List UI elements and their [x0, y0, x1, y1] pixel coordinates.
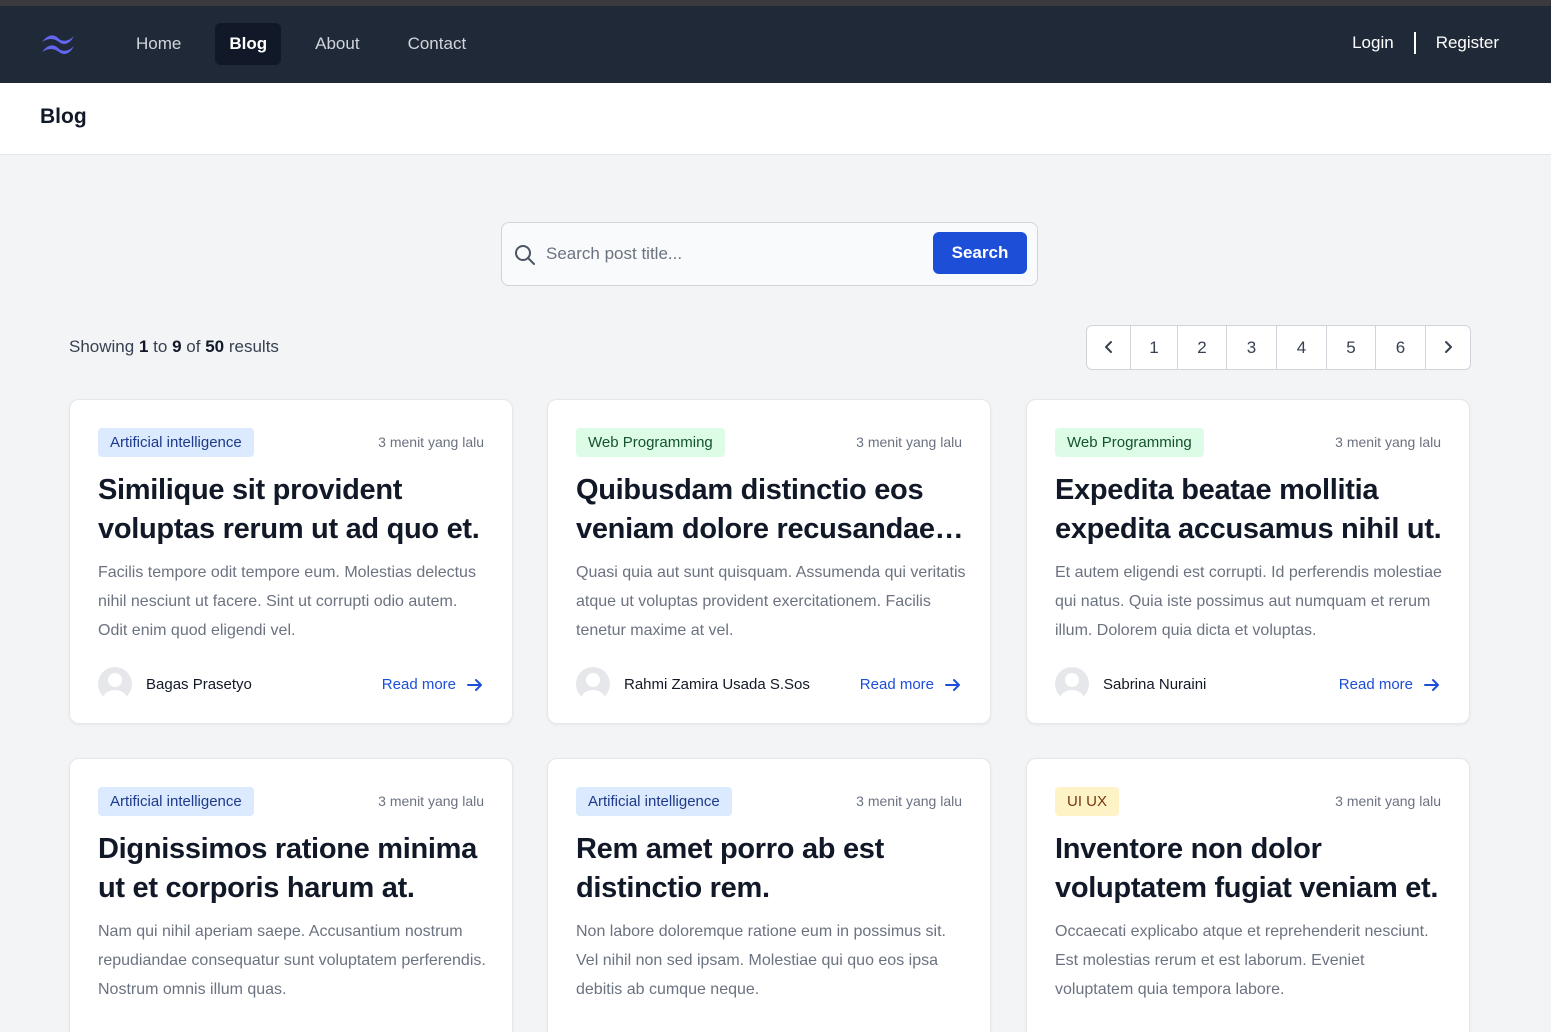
post-time: 3 menit yang lalu — [378, 434, 484, 450]
post-excerpt: Et autem eligendi est corrupti. Id perfe… — [1055, 564, 1442, 639]
post-author: Sabrina Nuraini — [1055, 667, 1206, 701]
post-time: 3 menit yang lalu — [378, 793, 484, 809]
top-navbar: Home Blog About Contact Login Register — [0, 6, 1551, 83]
results-from: 1 — [138, 337, 149, 356]
page-5-button[interactable]: 5 — [1327, 326, 1376, 369]
arrow-right-icon — [1424, 678, 1439, 691]
avatar — [98, 667, 132, 701]
category-badge[interactable]: Web Programming — [576, 428, 725, 457]
auth-divider — [1413, 32, 1416, 54]
read-more-link[interactable]: Read more — [382, 676, 484, 693]
main-nav: Home Blog About Contact — [122, 23, 500, 65]
post-title[interactable]: Inventore non dolor voluptatem fugiat ve… — [1055, 830, 1445, 908]
arrow-right-icon — [945, 678, 960, 691]
post-card: Web Programming 3 menit yang lalu Expedi… — [1026, 399, 1470, 724]
post-card: Artificial intelligence 3 menit yang lal… — [547, 758, 991, 1032]
author-name[interactable]: Rahmi Zamira Usada S.Sos — [624, 676, 810, 693]
read-more-label: Read more — [381, 676, 456, 693]
post-time: 3 menit yang lalu — [856, 434, 962, 450]
next-page-button[interactable] — [1426, 326, 1470, 369]
search-input[interactable] — [546, 235, 926, 273]
results-summary: Showing 1 to 9 of 50 results — [69, 337, 279, 357]
read-more-link[interactable]: Read more — [1339, 676, 1441, 693]
results-suffix: results — [228, 337, 279, 356]
post-author: Bagas Prasetyo — [98, 667, 252, 701]
chevron-left-icon — [1104, 341, 1112, 353]
user-avatar-icon — [103, 673, 127, 701]
search-bar: Search — [501, 222, 1038, 286]
author-name[interactable]: Bagas Prasetyo — [146, 676, 252, 693]
arrow-right-icon — [467, 678, 482, 691]
category-badge[interactable]: Artificial intelligence — [98, 428, 254, 457]
post-excerpt: Facilis tempore odit tempore eum. Molest… — [98, 564, 476, 639]
author-name[interactable]: Sabrina Nuraini — [1103, 676, 1206, 693]
post-excerpt: Non labore doloremque ratione eum in pos… — [576, 923, 946, 998]
category-badge[interactable]: Artificial intelligence — [98, 787, 254, 816]
page-6-button[interactable]: 6 — [1376, 326, 1426, 369]
page-4-button[interactable]: 4 — [1277, 326, 1327, 369]
post-author: Rahmi Zamira Usada S.Sos — [576, 667, 810, 701]
previous-page-button[interactable] — [1087, 326, 1131, 369]
post-excerpt: Quasi quia aut sunt quisquam. Assumenda … — [576, 564, 966, 639]
read-more-link[interactable]: Read more — [860, 676, 962, 693]
post-card: Web Programming 3 menit yang lalu Quibus… — [547, 399, 991, 724]
page-1-button[interactable]: 1 — [1131, 326, 1178, 369]
post-card: Artificial intelligence 3 menit yang lal… — [69, 399, 513, 724]
page-3-button[interactable]: 3 — [1227, 326, 1277, 369]
category-badge[interactable]: Web Programming — [1055, 428, 1204, 457]
user-avatar-icon — [1060, 673, 1084, 701]
search-button[interactable]: Search — [933, 232, 1027, 274]
chevron-right-icon — [1445, 341, 1452, 353]
nav-blog-link[interactable]: Blog — [215, 23, 282, 65]
avatar — [1055, 667, 1089, 701]
page-title: Blog — [40, 105, 87, 128]
post-card: Artificial intelligence 3 menit yang lal… — [69, 758, 513, 1032]
results-total: 50 — [205, 337, 225, 356]
tailwind-logo-icon[interactable] — [38, 28, 80, 60]
results-to-word: to — [153, 337, 168, 356]
register-link[interactable]: Register — [1436, 33, 1499, 53]
auth-links: Login Register — [1352, 32, 1499, 54]
post-excerpt: Nam qui nihil aperiam saepe. Accusantium… — [98, 923, 486, 998]
results-prefix: Showing — [69, 337, 135, 356]
post-card: UI UX 3 menit yang lalu Inventore non do… — [1026, 758, 1470, 1032]
page-header: Blog — [0, 83, 1551, 155]
post-title[interactable]: Similique sit provident voluptas rerum u… — [98, 471, 488, 549]
category-badge[interactable]: UI UX — [1055, 787, 1120, 816]
post-title[interactable]: Expedita beatae mollitia expedita accusa… — [1055, 471, 1445, 549]
category-badge[interactable]: Artificial intelligence — [576, 787, 732, 816]
post-title[interactable]: Rem amet porro ab est distinctio rem. — [576, 830, 966, 908]
results-to: 9 — [172, 337, 182, 356]
nav-home-link[interactable]: Home — [122, 23, 195, 65]
search-icon — [515, 245, 535, 265]
nav-about-link[interactable]: About — [301, 23, 373, 65]
read-more-label: Read more — [859, 676, 934, 693]
post-time: 3 menit yang lalu — [1335, 793, 1441, 809]
post-time: 3 menit yang lalu — [1335, 434, 1441, 450]
login-link[interactable]: Login — [1352, 33, 1394, 53]
post-excerpt: Occaecati explicabo atque et reprehender… — [1055, 923, 1429, 998]
page-2-button[interactable]: 2 — [1178, 326, 1227, 369]
post-time: 3 menit yang lalu — [856, 793, 962, 809]
pagination: 1 2 3 4 5 6 — [1086, 325, 1471, 370]
nav-contact-link[interactable]: Contact — [394, 23, 481, 65]
post-title[interactable]: Quibusdam distinctio eos veniam dolore r… — [576, 471, 966, 549]
read-more-label: Read more — [1338, 676, 1413, 693]
avatar — [576, 667, 610, 701]
user-avatar-icon — [581, 673, 605, 701]
post-title[interactable]: Dignissimos ratione minima ut et corpori… — [98, 830, 488, 908]
results-of-word: of — [186, 337, 201, 356]
